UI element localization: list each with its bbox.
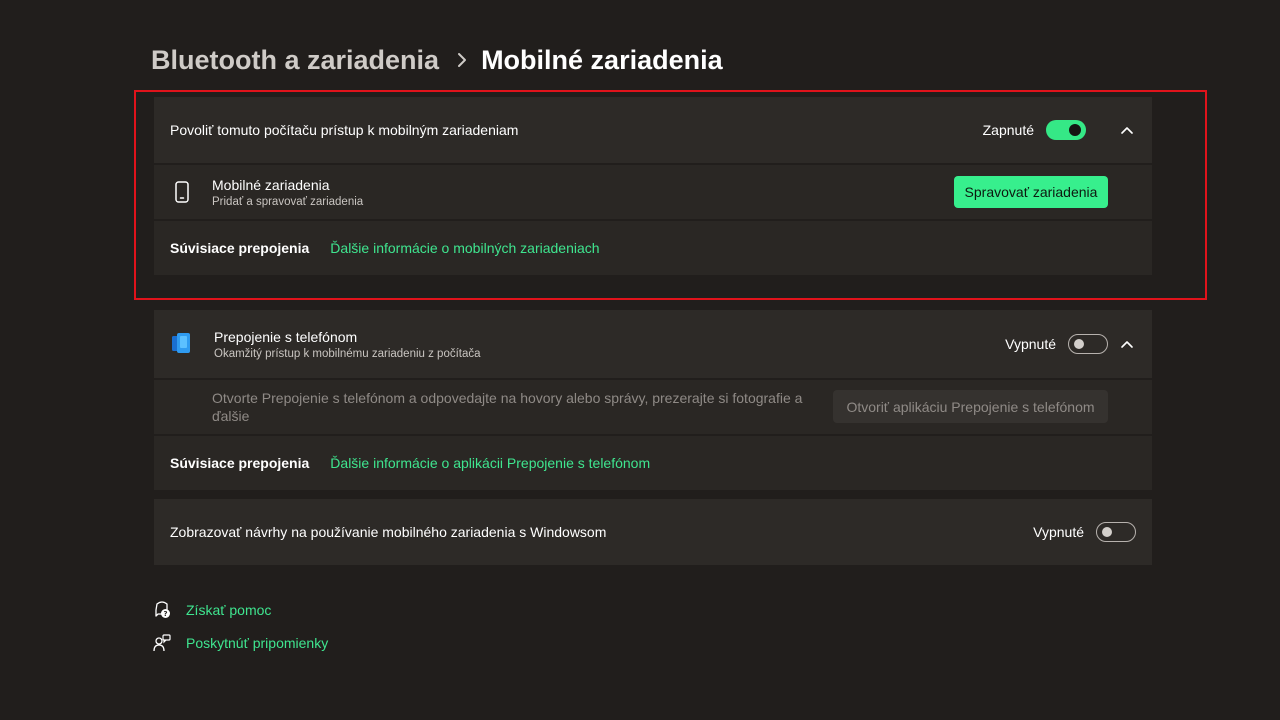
phone-link-info-link[interactable]: Ďalšie informácie o aplikácii Prepojenie… (330, 455, 650, 471)
suggestions-toggle-group: Vypnuté (1033, 522, 1136, 542)
svg-text:?: ? (163, 610, 167, 618)
phone-link-card: Prepojenie s telefónom Okamžitý prístup … (154, 310, 1152, 490)
toggle-state-label: Vypnuté (1005, 336, 1056, 352)
breadcrumb: Bluetooth a zariadenia Mobilné zariadeni… (151, 40, 723, 80)
chevron-right-icon (457, 52, 467, 68)
give-feedback-link[interactable]: Poskytnúť pripomienky (152, 633, 328, 653)
chevron-up-icon[interactable] (1120, 337, 1134, 351)
page-title: Mobilné zariadenia (481, 44, 723, 75)
phone-link-related-row: Súvisiace prepojenia Ďalšie informácie o… (154, 436, 1152, 490)
phone-link-header[interactable]: Prepojenie s telefónom Okamžitý prístup … (154, 310, 1152, 378)
settings-page: Bluetooth a zariadenia Mobilné zariadeni… (0, 0, 1280, 720)
phone-link-description-row: Otvorte Prepojenie s telefónom a odpoved… (154, 380, 1152, 434)
phone-link-toggle-group: Vypnuté (1005, 334, 1108, 354)
phone-link-text: Prepojenie s telefónom Okamžitý prístup … (214, 329, 481, 360)
suggestions-title: Zobrazovať návrhy na používanie mobilnéh… (170, 524, 607, 540)
highlight-frame (134, 90, 1207, 300)
suggestions-card[interactable]: Zobrazovať návrhy na používanie mobilnéh… (154, 499, 1152, 565)
get-help-link[interactable]: ? Získať pomoc (152, 600, 271, 620)
phone-link-description: Otvorte Prepojenie s telefónom a odpoved… (212, 390, 803, 424)
related-links-label: Súvisiace prepojenia (170, 455, 310, 471)
toggle-state-label: Vypnuté (1033, 524, 1084, 540)
suggestions-toggle[interactable] (1096, 522, 1136, 542)
phone-link-toggle[interactable] (1068, 334, 1108, 354)
give-feedback-label: Poskytnúť pripomienky (186, 635, 329, 651)
phone-link-subtitle: Okamžitý prístup k mobilnému zariadeniu … (214, 347, 481, 360)
help-icon: ? (152, 600, 172, 620)
get-help-label: Získať pomoc (186, 602, 272, 618)
feedback-icon (152, 633, 172, 653)
breadcrumb-parent[interactable]: Bluetooth a zariadenia (151, 45, 439, 76)
open-phone-link-button[interactable]: Otvoriť aplikáciu Prepojenie s telefónom (833, 390, 1108, 423)
suggestions-row: Zobrazovať návrhy na používanie mobilnéh… (154, 499, 1152, 565)
phone-link-title: Prepojenie s telefónom (214, 328, 358, 345)
phone-link-app-icon (172, 333, 192, 355)
